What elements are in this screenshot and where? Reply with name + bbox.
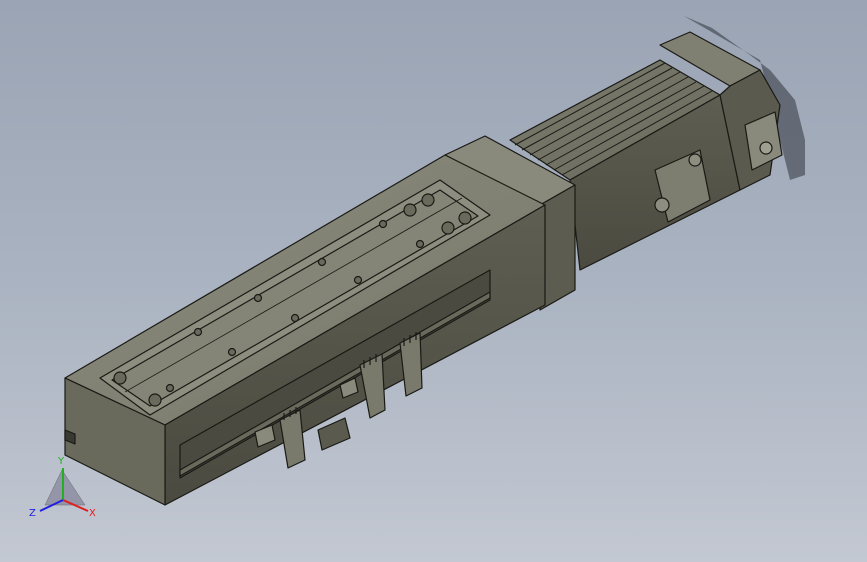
linear-actuator-model[interactable] bbox=[64, 16, 805, 506]
bracket-bolt-2 bbox=[688, 153, 702, 167]
bracket-bolt bbox=[654, 197, 670, 213]
model-canvas[interactable]: X Y Z bbox=[0, 0, 867, 562]
sensor-bracket-3 bbox=[399, 332, 423, 397]
cable-connector bbox=[317, 417, 351, 451]
sensor-bracket-2 bbox=[359, 353, 386, 419]
graphics-viewport[interactable]: X Y Z bbox=[0, 0, 867, 562]
triad-base bbox=[44, 469, 86, 506]
triad-y-label: Y bbox=[57, 456, 65, 467]
triad-x-label: X bbox=[89, 508, 96, 519]
motor-connector bbox=[759, 141, 773, 155]
triad-z-label: Z bbox=[29, 508, 36, 519]
